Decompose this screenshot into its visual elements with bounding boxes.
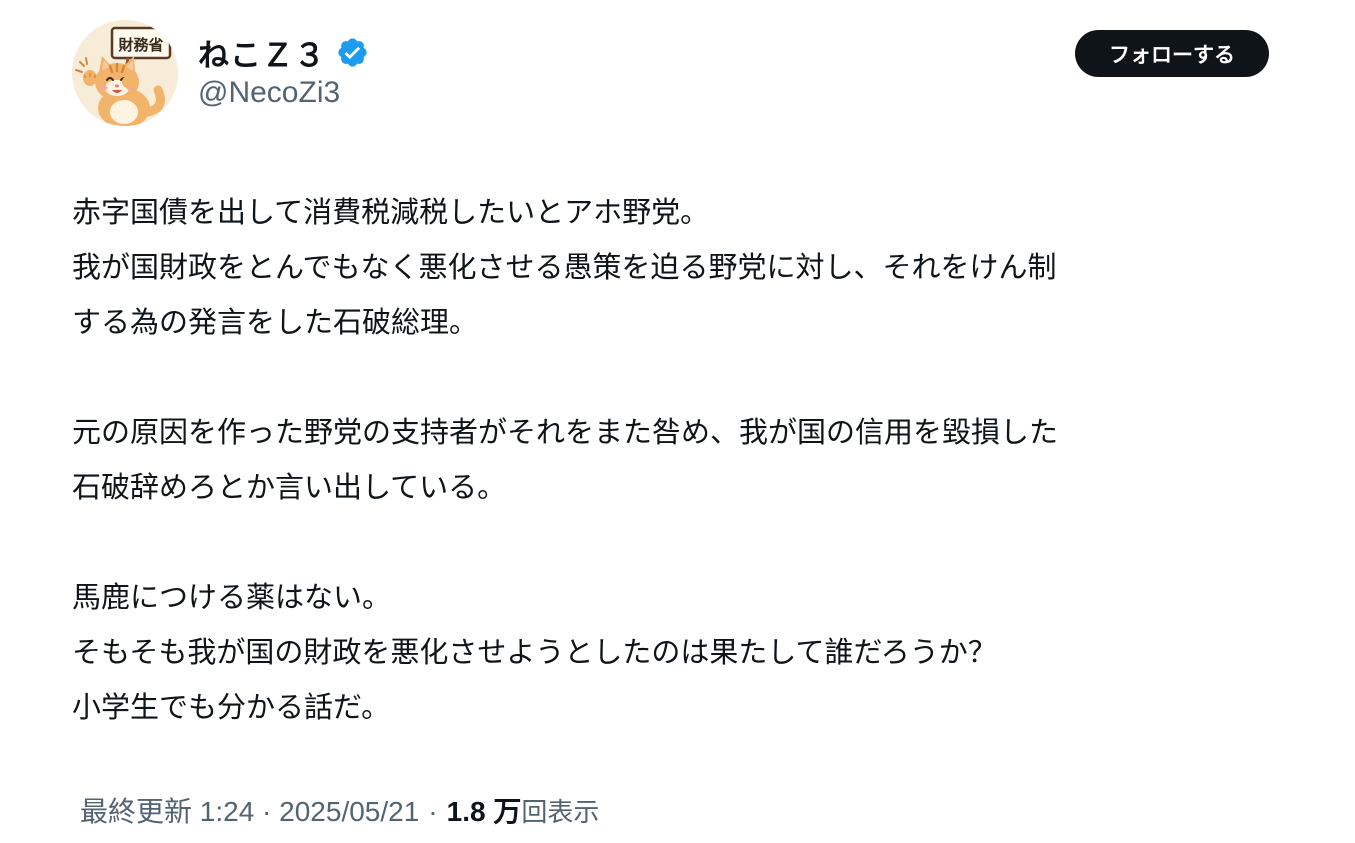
tweet-meta: 最終更新 1:24 · 2025/05/21 · 1.8 万 回表示: [80, 790, 599, 830]
tweet-line: 赤字国債を出して消費税減税したいとアホ野党。: [72, 195, 710, 229]
author-name[interactable]: ねこＺ３: [198, 30, 369, 75]
author-handle[interactable]: @NecoZi3: [198, 76, 340, 110]
meta-separator: ·: [428, 796, 438, 827]
tweet-line: 元の原因を作った野党の支持者がそれをまた咎め、我が国の信用を毀損した: [72, 415, 1059, 449]
tweet-timestamp[interactable]: 最終更新 1:24 · 2025/05/21: [80, 790, 419, 830]
tweet-line: 石破辞めろとか言い出している。: [72, 470, 507, 504]
verified-badge-icon: [338, 38, 367, 67]
tweet-line: する為の発言をした石破総理。: [72, 305, 479, 339]
author-display-name: ねこＺ３: [198, 38, 326, 74]
tweet-body: 赤字国債を出して消費税減税したいとアホ野党。 我が国財政をとんでもなく悪化させる…: [72, 185, 1302, 735]
avatar-sign-text: 財務省: [117, 36, 163, 54]
tweet-line: 小学生でも分かる話だ。: [72, 690, 391, 724]
tweet-card: 財務省 ねこＺ３ @NecoZi3 フォローする 赤字国債を出して消費税減税した…: [0, 0, 1355, 843]
views-label: 回表示: [521, 798, 600, 828]
follow-button[interactable]: フォローする: [1075, 30, 1269, 77]
tweet-line: 馬鹿につける薬はない。: [72, 580, 392, 614]
author-avatar[interactable]: 財務省: [72, 20, 178, 126]
tweet-line: 我が国財政をとんでもなく悪化させる愚策を迫る野党に対し、それをけん制: [72, 250, 1057, 284]
cat-avatar-icon: 財務省: [72, 20, 178, 126]
views-count: 1.8 万: [446, 796, 522, 827]
tweet-line: そもそも我が国の財政を悪化させようとしたのは果たして誰だろうか？: [72, 635, 997, 669]
